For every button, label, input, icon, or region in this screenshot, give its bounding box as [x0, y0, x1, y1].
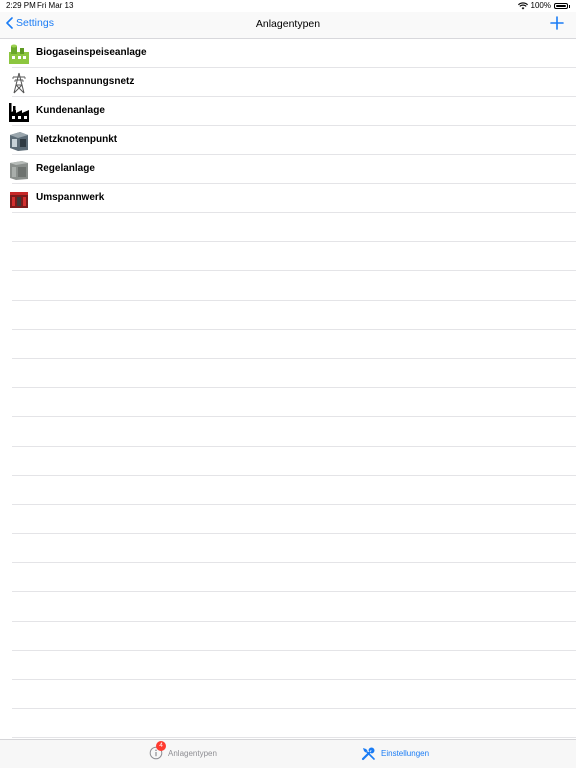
empty-row: [12, 271, 576, 301]
empty-row: [12, 359, 576, 389]
empty-row: [12, 388, 576, 418]
list-item-label: Regelanlage: [36, 163, 95, 174]
factory-icon: [9, 103, 29, 122]
network-node-icon: [10, 132, 28, 151]
list-item-label: Umspannwerk: [36, 192, 105, 203]
battery-tip: [569, 4, 570, 8]
empty-row: [12, 213, 576, 243]
empty-row: [12, 534, 576, 564]
wifi-icon: [517, 2, 528, 10]
page-title: Anlagentypen: [255, 18, 321, 30]
empty-row: [12, 680, 576, 710]
status-bar: 2:29 PM Fri Mar 13 100%: [0, 0, 576, 12]
empty-row: [12, 505, 576, 535]
empty-row: [12, 447, 576, 476]
empty-row: [12, 592, 576, 622]
empty-row: [12, 301, 576, 330]
list-item-label: Netzknotenpunkt: [36, 134, 118, 145]
substation-icon: [10, 192, 28, 208]
info-icon: 4: [149, 741, 166, 760]
tab-label: Anlagentypen: [168, 748, 217, 758]
list-item-label: Kundenanlage: [36, 105, 105, 116]
tab-label: Einstellungen: [381, 749, 430, 758]
empty-row: [12, 476, 576, 505]
navigation-bar: Settings Anlagentypen: [0, 12, 576, 39]
empty-row: [12, 622, 576, 651]
control-cabinet-icon: [10, 161, 28, 180]
empty-row: [12, 563, 576, 593]
tab-badge: 4: [156, 741, 166, 751]
list-item-label: Biogaseinspeiseanlage: [36, 47, 147, 58]
status-time: 2:29 PM: [6, 1, 36, 10]
biogas-plant-icon: [9, 44, 29, 64]
status-date: Fri Mar 13: [37, 1, 74, 10]
list-item-umspannwerk[interactable]: Umspannwerk: [10, 184, 576, 213]
tab-anlagentypen[interactable]: 4 Anlagentypen: [149, 741, 217, 760]
battery-percent: 100%: [530, 1, 551, 10]
tab-einstellungen[interactable]: Einstellungen: [361, 746, 429, 761]
list-item-kundenanlage[interactable]: Kundenanlage: [9, 97, 576, 126]
list-item-biogaseinspeiseanlage[interactable]: Biogaseinspeiseanlage: [9, 39, 576, 68]
empty-row: [12, 709, 576, 739]
battery-icon: [554, 3, 568, 9]
status-right: 100%: [517, 0, 570, 12]
add-icon[interactable]: [549, 15, 565, 31]
empty-row: [12, 417, 576, 447]
tools-icon: [361, 747, 375, 761]
power-pylon-icon: [12, 72, 26, 94]
empty-row: [12, 242, 576, 272]
list-item-regelanlage[interactable]: Regelanlage: [10, 155, 576, 184]
empty-row: [12, 651, 576, 680]
plant-type-list: Biogaseinspeiseanlage Hochspannungsnetz …: [0, 39, 576, 739]
tab-bar: 4 Anlagentypen Einstellungen: [0, 739, 576, 768]
empty-row: [12, 330, 576, 359]
list-item-netzknotenpunkt[interactable]: Netzknotenpunkt: [10, 126, 576, 155]
list-item-label: Hochspannungsnetz: [36, 76, 135, 87]
list-item-hochspannungsnetz[interactable]: Hochspannungsnetz: [12, 68, 576, 97]
